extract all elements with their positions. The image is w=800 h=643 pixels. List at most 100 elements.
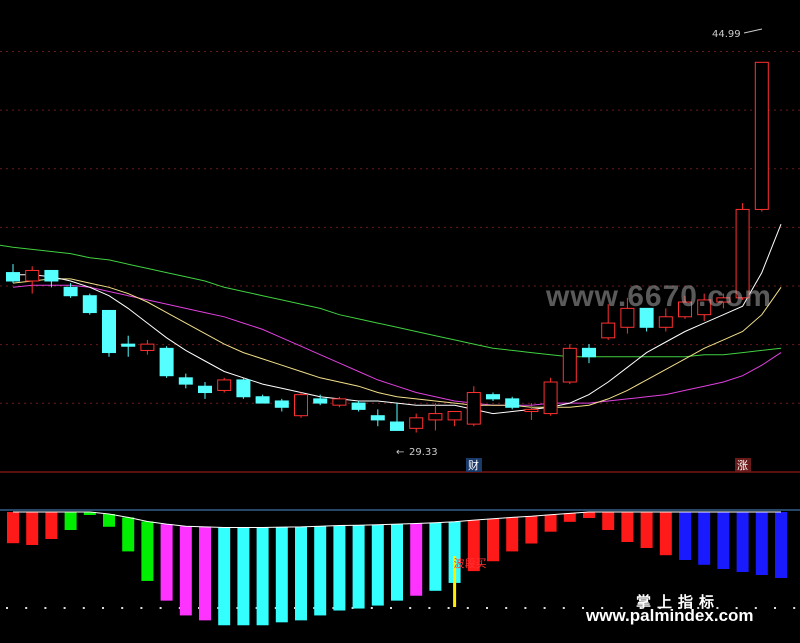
candle-body [447,410,462,421]
candle [82,293,97,315]
indicator-dot [6,607,8,609]
candle [198,382,212,399]
indicator-dot [370,607,373,609]
candle [562,344,577,385]
oscillator-bar [391,524,403,601]
candle-body [255,396,270,404]
candle-body [524,408,539,412]
oscillator-bar [602,512,615,530]
oscillator-bar [45,512,58,539]
candle-body [658,316,673,328]
indicator-dot [82,607,85,609]
oscillator-bar [698,512,711,565]
candle-body [428,413,443,421]
oscillator-bar [103,514,115,527]
oscillator-bar [659,512,672,556]
indicator-dot [428,607,431,609]
oscillator-bar [141,521,154,581]
oscillator-bar [621,512,634,542]
candle [543,377,558,416]
candle [121,335,136,357]
oscillator-bar [122,517,135,552]
oscillator-bar [237,527,250,626]
high-price-label: 44.99 [712,29,741,40]
candle-body [390,421,404,431]
candle-body [198,385,212,394]
candle [255,394,270,404]
candle [409,413,424,433]
candle-body [102,309,116,354]
candle [428,403,443,431]
oscillator-bar [544,514,557,532]
high-price-arrow [743,28,763,34]
candle-body [332,398,347,406]
low-price-arrow: ← [396,447,404,458]
watermark-logo: www.6670.com [546,280,772,313]
candle-body [82,295,97,314]
candle-body [562,347,577,383]
oscillator-bar [295,526,307,621]
indicator-dot [754,607,757,609]
stock-chart: 44.99 ← 29.33 财 涨 波段买 [0,28,800,626]
oscillator-bar [64,512,77,530]
candle [236,377,251,399]
indicator-dot [582,607,584,609]
oscillator-bar [352,525,365,609]
candle-body [601,322,616,339]
oscillator-bar [429,522,442,591]
candle-body [274,400,289,408]
indicator-dot [562,607,565,609]
candle [178,373,193,389]
candle-body [754,61,769,210]
oscillator-bar [410,523,423,596]
indicator-dot [543,607,546,609]
oscillator-bar [333,525,346,611]
oscillator-bar [26,512,39,545]
oscillator-bar [160,524,173,601]
indicator-dot [159,607,162,609]
candle-body [486,394,500,400]
price-annotations: 44.99 ← 29.33 [396,28,763,458]
candle [6,264,20,284]
candle-body [409,417,424,429]
oscillator-bar [525,516,538,544]
candle-body [217,379,232,391]
indicator-dot [409,607,412,609]
candle [466,386,481,427]
indicator-dot [140,607,143,609]
candlestick-series [6,61,769,433]
candle [351,400,366,412]
oscillator-bar [679,512,691,560]
candle [505,396,520,410]
buy-signal-label: 波段买 [454,556,487,570]
candle-body [543,381,558,415]
candle-body [351,402,366,410]
candle-body [159,347,174,377]
candle [486,392,500,401]
candle [447,410,462,427]
candle-body [44,269,59,282]
candle [25,266,40,294]
candle-body [178,377,193,385]
oscillator-bar [640,512,653,548]
candle-body [370,415,385,421]
oscillator-bar [583,512,595,518]
candle-body [294,394,308,417]
candle [754,61,769,212]
candle [294,392,308,418]
candle-body [140,343,155,351]
oscillator-bar [275,527,288,623]
watermark-site: www.palmindex.com [586,606,754,625]
oscillator-bar [755,512,768,575]
candle-body [582,347,596,358]
candle [274,398,289,412]
indicator-dot [25,607,28,609]
indicator-dot [447,607,450,609]
low-price-label: 29.33 [409,447,438,458]
candle-body [6,272,20,282]
candle-body [25,269,40,282]
cai-marker: 财 [468,458,479,472]
oscillator-bar [717,512,730,569]
oscillator-bar [314,526,327,616]
oscillator-bar [736,512,749,572]
